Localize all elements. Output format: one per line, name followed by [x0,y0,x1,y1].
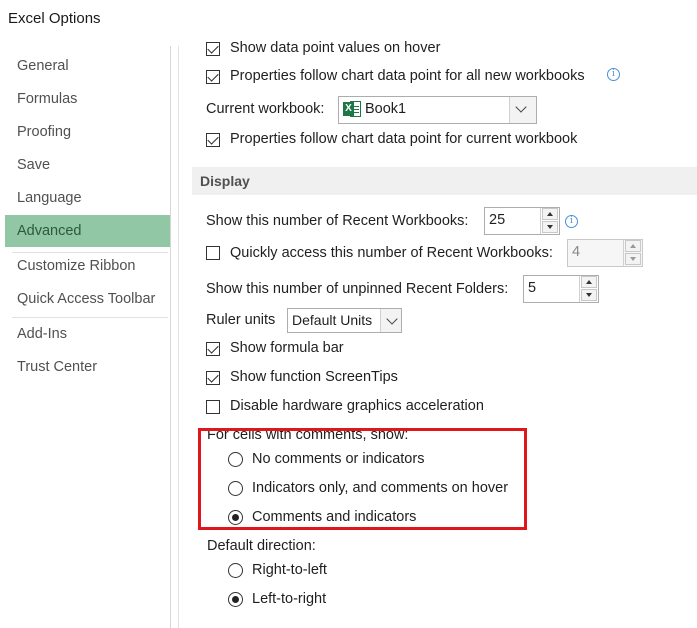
advanced-options-pane: Show data point values on hover Properti… [178,40,697,628]
left-to-right-label: Left-to-right [252,591,327,607]
recent-workbooks-value: 25 [489,212,506,228]
ruler-units-label: Ruler units [206,312,276,328]
formula-bar-checkbox[interactable] [206,342,220,356]
properties-current-checkbox[interactable] [206,133,220,147]
properties-all-label: Properties follow chart data point for a… [230,68,585,84]
ruler-units-dropdown[interactable]: Default Units [287,308,402,333]
info-icon: i [607,68,620,81]
current-workbook-dropdown[interactable]: X Book1 [338,96,537,124]
recent-workbooks-spinner[interactable]: 25 [484,207,560,235]
show-values-hover-checkbox[interactable] [206,42,220,56]
screen-tips-checkbox[interactable] [206,371,220,385]
display-section-header: Display [192,167,697,195]
sidebar-item-advanced[interactable]: Advanced [5,215,170,247]
sidebar-item-general[interactable]: General [5,50,170,82]
direction-group-label: Default direction: [207,538,316,554]
show-values-hover-label: Show data point values on hover [230,40,441,56]
current-workbook-label: Current workbook: [206,101,325,117]
sidebar-item-language[interactable]: Language [5,182,170,214]
recent-folders-label: Show this number of unpinned Recent Fold… [206,281,509,297]
right-to-left-radio[interactable] [228,563,243,578]
sidebar-item-customize-ribbon[interactable]: Customize Ribbon [5,250,170,282]
dropdown-arrow-icon[interactable] [509,97,536,123]
sidebar-item-formulas[interactable]: Formulas [5,83,170,115]
excel-workbook-icon: X [343,101,361,117]
spin-down-icon[interactable] [542,221,558,233]
spin-up-icon[interactable] [625,240,641,252]
disable-hw-label: Disable hardware graphics acceleration [230,398,484,414]
sidebar-item-save[interactable]: Save [5,149,170,181]
sidebar-item-quick-access-toolbar[interactable]: Quick Access Toolbar [5,283,170,315]
sidebar-item-proofing[interactable]: Proofing [5,116,170,148]
info-icon: i [565,215,578,228]
options-sidebar: General Formulas Proofing Save Language … [4,46,171,628]
quick-access-checkbox[interactable] [206,246,220,260]
properties-current-label: Properties follow chart data point for c… [230,131,578,147]
recent-workbooks-label: Show this number of Recent Workbooks: [206,213,469,229]
sidebar-item-trust-center[interactable]: Trust Center [5,351,170,383]
properties-all-checkbox[interactable] [206,70,220,84]
dropdown-arrow-icon[interactable] [380,309,401,332]
current-workbook-value: Book1 [365,101,407,117]
right-to-left-label: Right-to-left [252,562,327,578]
spin-up-icon[interactable] [542,208,558,220]
window-title: Excel Options [8,10,101,27]
recent-folders-spinner[interactable]: 5 [523,275,599,303]
spin-down-icon[interactable] [625,253,641,265]
recent-folders-value: 5 [528,280,537,296]
spin-down-icon[interactable] [581,289,597,301]
screen-tips-label: Show function ScreenTips [230,369,398,385]
sidebar-item-add-ins[interactable]: Add-Ins [5,318,170,350]
title-bar: Excel Options [0,0,697,40]
quick-access-label: Quickly access this number of Recent Wor… [230,245,553,261]
left-to-right-radio[interactable] [228,592,243,607]
highlight-box [198,428,527,530]
quick-access-value: 4 [572,244,581,260]
ruler-units-value: Default Units [292,312,373,328]
spin-up-icon[interactable] [581,276,597,288]
disable-hw-checkbox[interactable] [206,400,220,414]
formula-bar-label: Show formula bar [230,340,344,356]
quick-access-spinner[interactable]: 4 [567,239,643,267]
